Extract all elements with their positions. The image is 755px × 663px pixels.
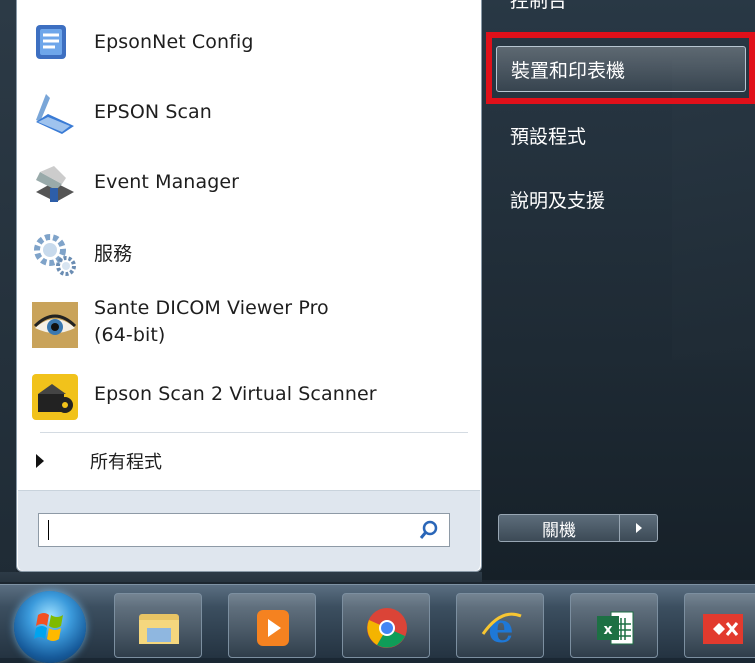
shutdown-options-button[interactable] — [620, 514, 658, 542]
help-support-link[interactable]: 說明及支援 — [496, 176, 746, 222]
taskbar-file-explorer[interactable] — [114, 593, 202, 658]
menu-divider — [40, 432, 468, 433]
taskbar-excel[interactable]: x — [570, 593, 658, 658]
program-label-line1: Sante DICOM Viewer Pro — [94, 297, 329, 319]
menu-frame-left — [0, 0, 16, 580]
internet-explorer-icon: e — [481, 606, 522, 650]
expand-arrow-icon — [36, 454, 44, 468]
search-area — [18, 490, 480, 571]
taskbar-app[interactable] — [684, 593, 755, 658]
default-programs-label: 預設程式 — [510, 125, 587, 148]
shutdown-control: 關機 — [498, 514, 658, 542]
media-player-icon — [257, 610, 289, 646]
program-label: EpsonNet Config — [94, 31, 254, 53]
program-label: Event Manager — [94, 171, 240, 193]
epson-scan-icon — [32, 92, 74, 134]
help-support-label: 說明及支援 — [510, 189, 606, 212]
program-label-line2: (64-bit) — [94, 324, 166, 346]
program-event-manager[interactable]: Event Manager — [18, 152, 478, 212]
file-explorer-icon — [139, 614, 179, 644]
chrome-icon — [367, 608, 407, 648]
epsonnet-config-icon — [32, 22, 72, 62]
search-input[interactable] — [38, 513, 450, 547]
program-label: Sante DICOM Viewer Pro (64-bit) — [94, 295, 329, 349]
program-services[interactable]: 服務 — [18, 222, 478, 282]
start-menu: EpsonNet Config EPSON Scan Event Manager… — [0, 0, 755, 582]
default-programs-link[interactable]: 預設程式 — [496, 112, 746, 158]
eye-icon — [32, 302, 78, 348]
shutdown-button[interactable]: 關機 — [498, 514, 620, 542]
program-epsonnet-config[interactable]: EpsonNet Config — [18, 12, 478, 72]
search-icon[interactable] — [419, 520, 439, 540]
services-gear-icon — [32, 232, 76, 276]
excel-icon: x — [597, 611, 634, 645]
program-label: Epson Scan 2 Virtual Scanner — [94, 383, 377, 405]
program-label: 服務 — [94, 242, 133, 265]
taskbar-media-player[interactable] — [228, 593, 316, 658]
taskbar-chrome[interactable] — [342, 593, 430, 658]
all-programs-label: 所有程式 — [90, 452, 162, 473]
program-label: EPSON Scan — [94, 101, 212, 123]
windows-orb-icon[interactable] — [14, 591, 86, 663]
program-sante-dicom[interactable]: Sante DICOM Viewer Pro (64-bit) — [18, 292, 478, 352]
shutdown-label: 關機 — [542, 520, 576, 541]
program-epson-scan-2[interactable]: Epson Scan 2 Virtual Scanner — [18, 364, 478, 424]
svg-text:e: e — [488, 606, 513, 650]
chevron-right-icon — [635, 523, 642, 533]
virtual-scanner-icon — [32, 374, 78, 420]
program-epson-scan[interactable]: EPSON Scan — [18, 82, 478, 142]
event-manager-icon — [32, 162, 74, 202]
app-icon — [703, 614, 743, 644]
text-caret — [48, 520, 49, 540]
taskbar: e x — [0, 584, 755, 663]
menu-frame-bottom — [0, 572, 482, 582]
taskbar-internet-explorer[interactable]: e — [456, 593, 544, 658]
annotation-highlight-box — [486, 32, 755, 104]
control-panel-link[interactable]: 控制台 — [510, 0, 567, 13]
all-programs[interactable]: 所有程式 — [36, 446, 162, 476]
svg-text:x: x — [603, 622, 612, 638]
